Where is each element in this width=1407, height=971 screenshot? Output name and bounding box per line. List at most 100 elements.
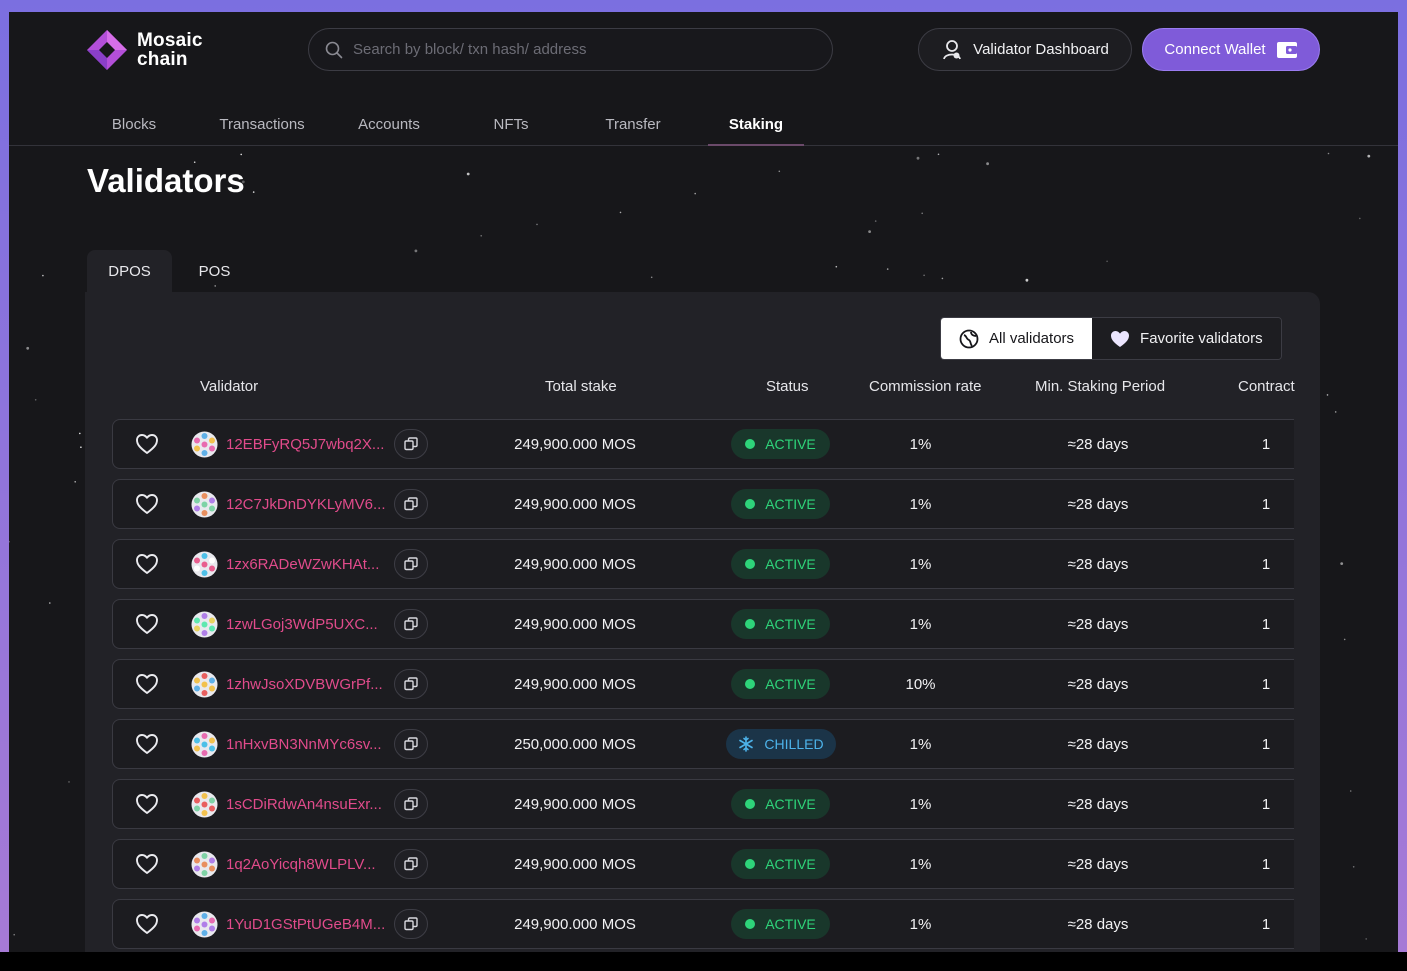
status-label: CHILLED <box>764 736 824 752</box>
validator-address-link[interactable]: 1zhwJsoXDVBWGrPf... <box>226 660 383 708</box>
validator-avatar <box>191 420 219 468</box>
snowflake-icon <box>739 736 754 752</box>
identicon-icon <box>191 851 218 877</box>
min-staking-period-value: ≈28 days <box>1067 675 1129 693</box>
favorite-toggle[interactable] <box>135 720 159 768</box>
validator-avatar <box>191 600 219 648</box>
validator-dashboard-label: Validator Dashboard <box>973 41 1109 58</box>
min-staking-period-value: ≈28 days <box>1067 915 1129 933</box>
identicon-icon <box>191 911 218 937</box>
validator-address-link[interactable]: 1q2AoYicqh8WLPLV... <box>226 840 376 888</box>
contract-value: 1 <box>1261 615 1271 633</box>
wallet-icon <box>1276 41 1297 58</box>
nav-item-blocks[interactable]: Blocks <box>109 116 159 146</box>
connect-wallet-label: Connect Wallet <box>1164 41 1266 58</box>
identicon-icon <box>191 611 218 637</box>
validator-address-link[interactable]: 12EBFyRQ5J7wbq2X... <box>226 420 384 468</box>
favorite-toggle[interactable] <box>135 900 159 948</box>
copy-address-button[interactable] <box>394 789 428 819</box>
all-validators-button[interactable]: All validators <box>941 318 1093 359</box>
active-dot-icon <box>745 919 756 929</box>
contract-value: 1 <box>1261 435 1271 453</box>
contract-value: 1 <box>1261 855 1271 873</box>
contract-value: 1 <box>1261 555 1271 573</box>
app-window: Mosaic chain Validator Dashboard Connect… <box>9 12 1398 952</box>
favorite-validators-button[interactable]: Favorite validators <box>1092 318 1281 359</box>
copy-address-button[interactable] <box>394 549 428 579</box>
validator-address-link[interactable]: 1nHxvBN3NnMYc6sv... <box>226 720 382 768</box>
tab-dpos[interactable]: DPOS <box>87 250 172 292</box>
heart-outline-icon <box>136 614 158 634</box>
favorite-toggle[interactable] <box>135 600 159 648</box>
connect-wallet-button[interactable]: Connect Wallet <box>1142 28 1320 71</box>
min-staking-period-value: ≈28 days <box>1067 615 1129 633</box>
page-title: Validators <box>87 162 245 199</box>
active-dot-icon <box>745 559 756 569</box>
main-nav: Blocks Transactions Accounts NFTs Transf… <box>9 108 1398 146</box>
table-row[interactable]: 1zx6RADeWZwKHAt... 249,900.000 MOS ACTIV… <box>112 539 1294 589</box>
all-validators-label: All validators <box>989 330 1075 347</box>
min-staking-period-value: ≈28 days <box>1067 435 1129 453</box>
identicon-icon <box>191 791 218 817</box>
favorite-toggle[interactable] <box>135 540 159 588</box>
validator-address-link[interactable]: 1YuD1GStPtUGeB4M... <box>226 900 385 948</box>
column-header-commission-rate: Commission rate <box>869 378 982 395</box>
validator-avatar <box>191 720 219 768</box>
table-row[interactable]: 12C7JkDnDYKLyMV6... 249,900.000 MOS ACTI… <box>112 479 1294 529</box>
brand-logo[interactable]: Mosaic chain <box>85 28 203 72</box>
table-row[interactable]: 1YuD1GStPtUGeB4M... 249,900.000 MOS ACTI… <box>112 899 1294 949</box>
commission-rate-value: 1% <box>909 915 932 933</box>
nav-item-nfts[interactable]: NFTs <box>493 116 529 146</box>
search-input[interactable] <box>353 41 813 58</box>
nav-item-staking[interactable]: Staking <box>708 116 804 146</box>
tab-pos[interactable]: POS <box>172 250 257 292</box>
validator-filter: All validators Favorite validators <box>940 317 1282 360</box>
column-header-status: Status <box>766 378 809 395</box>
table-row[interactable]: 1zwLGoj3WdP5UXC... 249,900.000 MOS ACTIV… <box>112 599 1294 649</box>
copy-address-button[interactable] <box>394 849 428 879</box>
brand-name: Mosaic chain <box>137 31 203 69</box>
contract-value: 1 <box>1261 915 1271 933</box>
table-row[interactable]: 12EBFyRQ5J7wbq2X... 249,900.000 MOS ACTI… <box>112 419 1294 469</box>
copy-address-button[interactable] <box>394 669 428 699</box>
copy-address-button[interactable] <box>394 489 428 519</box>
commission-rate-value: 1% <box>909 795 932 813</box>
column-header-contract: Contract <box>1238 378 1295 395</box>
validator-address-link[interactable]: 12C7JkDnDYKLyMV6... <box>226 480 386 528</box>
heart-outline-icon <box>136 674 158 694</box>
brand-name-line2: chain <box>137 49 188 70</box>
commission-rate-value: 1% <box>909 615 932 633</box>
validator-address-link[interactable]: 1zwLGoj3WdP5UXC... <box>226 600 378 648</box>
status-label: ACTIVE <box>765 676 816 692</box>
status-label: ACTIVE <box>765 616 816 632</box>
copy-icon <box>404 917 418 931</box>
nav-item-transfer[interactable]: Transfer <box>603 116 663 146</box>
total-stake-value: 249,900.000 MOS <box>514 855 636 873</box>
copy-icon <box>404 437 418 451</box>
favorite-toggle[interactable] <box>135 840 159 888</box>
identicon-icon <box>191 491 218 517</box>
favorite-toggle[interactable] <box>135 660 159 708</box>
table-row[interactable]: 1zhwJsoXDVBWGrPf... 249,900.000 MOS ACTI… <box>112 659 1294 709</box>
table-row[interactable]: 1nHxvBN3NnMYc6sv... 250,000.000 MOS CHIL… <box>112 719 1294 769</box>
nav-item-accounts[interactable]: Accounts <box>354 116 424 146</box>
copy-icon <box>404 557 418 571</box>
copy-address-button[interactable] <box>394 429 428 459</box>
nav-item-transactions[interactable]: Transactions <box>216 116 308 146</box>
copy-address-button[interactable] <box>394 729 428 759</box>
validator-dashboard-button[interactable]: Validator Dashboard <box>918 28 1132 71</box>
favorite-toggle[interactable] <box>135 420 159 468</box>
validator-address-link[interactable]: 1sCDiRdwAn4nsuExr... <box>226 780 382 828</box>
copy-address-button[interactable] <box>394 909 428 939</box>
table-row[interactable]: 1sCDiRdwAn4nsuExr... 249,900.000 MOS ACT… <box>112 779 1294 829</box>
status-badge: ACTIVE <box>731 849 830 879</box>
table-row[interactable]: 1q2AoYicqh8WLPLV... 249,900.000 MOS ACTI… <box>112 839 1294 889</box>
bottom-bar <box>0 952 1407 971</box>
copy-address-button[interactable] <box>394 609 428 639</box>
table-header: Validator Total stake Status Commission … <box>85 378 1320 398</box>
search-bar[interactable] <box>308 28 833 71</box>
validator-address-link[interactable]: 1zx6RADeWZwKHAt... <box>226 540 379 588</box>
favorite-toggle[interactable] <box>135 480 159 528</box>
globe-icon <box>959 329 979 348</box>
favorite-toggle[interactable] <box>135 780 159 828</box>
